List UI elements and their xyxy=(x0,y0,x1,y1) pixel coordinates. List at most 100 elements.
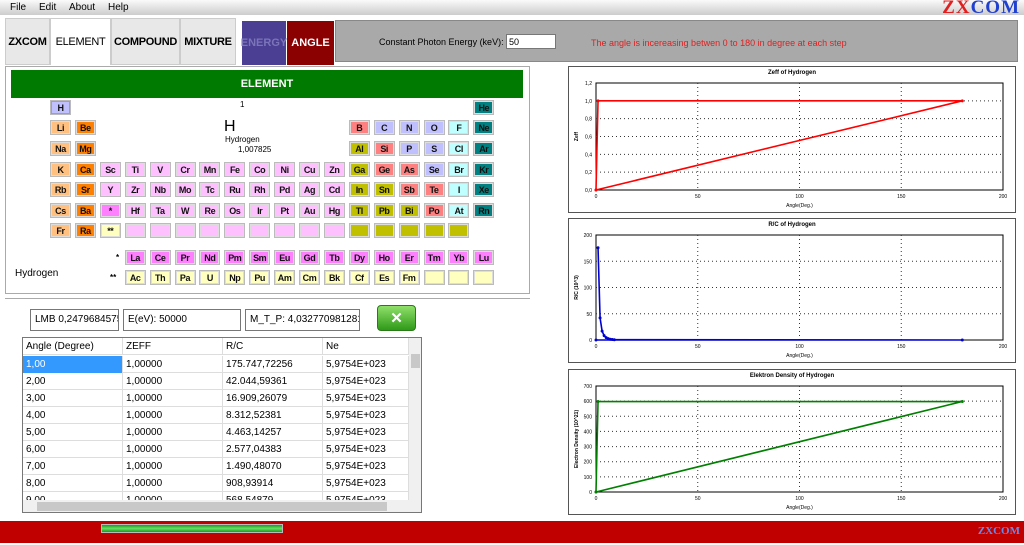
element-Am[interactable]: Am xyxy=(274,270,296,285)
table-cell[interactable]: 5,9754E+023 xyxy=(323,424,409,441)
element-Ne[interactable]: Ne xyxy=(473,120,495,135)
table-cell[interactable]: 2.577,04383 xyxy=(223,441,323,458)
table-cell[interactable]: 5,9754E+023 xyxy=(323,475,409,492)
menu-file[interactable]: File xyxy=(10,2,26,13)
element-H[interactable]: H xyxy=(50,100,71,115)
table-cell[interactable]: 1,00000 xyxy=(123,390,223,407)
element-blank[interactable] xyxy=(473,270,495,285)
table-cell[interactable]: 908,93914 xyxy=(223,475,323,492)
element-Nd[interactable]: Nd xyxy=(199,250,221,265)
menu-help[interactable]: Help xyxy=(108,2,129,13)
results-table[interactable]: Angle (Degree) ZEFF R/C Ne 1,00 1,00000 175.74… xyxy=(22,337,422,513)
element-Ra[interactable]: Ra xyxy=(74,223,96,238)
table-cell[interactable]: 1,00000 xyxy=(123,441,223,458)
table-row[interactable]: 2,00 1,00000 42.044,59361 5,9754E+023 xyxy=(23,373,409,390)
element-blank[interactable] xyxy=(199,223,221,238)
element-blank[interactable] xyxy=(124,223,146,238)
element-Ho[interactable]: Ho xyxy=(373,250,395,265)
tab-mixture[interactable]: MIXTURE xyxy=(180,18,236,65)
table-cell[interactable]: 1,00000 xyxy=(123,373,223,390)
element-Pm[interactable]: Pm xyxy=(224,250,246,265)
element-Sc[interactable]: Sc xyxy=(99,162,121,177)
element-Tb[interactable]: Tb xyxy=(323,250,345,265)
element-Re[interactable]: Re xyxy=(199,203,221,218)
element-Ta[interactable]: Ta xyxy=(149,203,171,218)
element-Bi[interactable]: Bi xyxy=(398,203,420,218)
element-Mo[interactable]: Mo xyxy=(174,182,196,197)
element-Th[interactable]: Th xyxy=(149,270,171,285)
element-Pd[interactable]: Pd xyxy=(274,182,296,197)
element-Li[interactable]: Li xyxy=(50,120,71,135)
angle-mode-button[interactable]: ANGLE xyxy=(287,21,334,65)
element-La[interactable]: La xyxy=(124,250,146,265)
table-row[interactable]: 3,00 1,00000 16.909,26079 5,9754E+023 xyxy=(23,390,409,407)
element-Mg[interactable]: Mg xyxy=(74,141,96,156)
table-cell[interactable]: 5,9754E+023 xyxy=(323,458,409,475)
element-Gd[interactable]: Gd xyxy=(299,250,320,265)
element-blank[interactable] xyxy=(149,223,171,238)
table-row[interactable]: 6,00 1,00000 2.577,04383 5,9754E+023 xyxy=(23,441,409,458)
element-Be[interactable]: Be xyxy=(74,120,96,135)
element-S[interactable]: S xyxy=(423,141,445,156)
table-row[interactable]: 5,00 1,00000 4.463,14257 5,9754E+023 xyxy=(23,424,409,441)
table-cell[interactable]: 1,00000 xyxy=(123,424,223,441)
element-Np[interactable]: Np xyxy=(224,270,246,285)
scroll-thumb[interactable] xyxy=(411,354,420,368)
table-cell[interactable]: 2,00 xyxy=(23,373,123,390)
element-In[interactable]: In xyxy=(348,182,370,197)
element-Ir[interactable]: Ir xyxy=(249,203,271,218)
element-Y[interactable]: Y xyxy=(99,182,121,197)
element-Co[interactable]: Co xyxy=(249,162,271,177)
table-cell[interactable]: 1.490,48070 xyxy=(223,458,323,475)
table-cell[interactable]: 1,00000 xyxy=(123,458,223,475)
element-Cl[interactable]: Cl xyxy=(448,141,470,156)
element-N[interactable]: N xyxy=(398,120,420,135)
vertical-scrollbar[interactable] xyxy=(409,338,421,501)
element-Na[interactable]: Na xyxy=(50,141,71,156)
element-Ag[interactable]: Ag xyxy=(299,182,320,197)
element-Rb[interactable]: Rb xyxy=(50,182,71,197)
table-cell[interactable]: 5,9754E+023 xyxy=(323,356,409,373)
element-Dy[interactable]: Dy xyxy=(348,250,370,265)
element-Tm[interactable]: Tm xyxy=(423,250,445,265)
element-Cm[interactable]: Cm xyxy=(299,270,320,285)
element-blank[interactable] xyxy=(373,223,395,238)
element-Ca[interactable]: Ca xyxy=(74,162,96,177)
element-Sn[interactable]: Sn xyxy=(373,182,395,197)
energy-mode-button[interactable]: ENERGY xyxy=(241,21,287,65)
table-header[interactable]: Angle (Degree) ZEFF R/C Ne xyxy=(23,338,409,355)
table-cell[interactable]: 6,00 xyxy=(23,441,123,458)
element-He[interactable]: He xyxy=(473,100,495,115)
element-Kr[interactable]: Kr xyxy=(473,162,495,177)
element-At[interactable]: At xyxy=(448,203,470,218)
element-Pa[interactable]: Pa xyxy=(174,270,196,285)
element-blank[interactable] xyxy=(348,223,370,238)
element-Te[interactable]: Te xyxy=(423,182,445,197)
element-Cf[interactable]: Cf xyxy=(348,270,370,285)
table-cell[interactable]: 42.044,59361 xyxy=(223,373,323,390)
element-W[interactable]: W xyxy=(174,203,196,218)
element-I[interactable]: I xyxy=(448,182,470,197)
element-Bk[interactable]: Bk xyxy=(323,270,345,285)
element-Al[interactable]: Al xyxy=(348,141,370,156)
element-blank[interactable] xyxy=(423,223,445,238)
element-C[interactable]: C xyxy=(373,120,395,135)
table-cell[interactable]: 8,00 xyxy=(23,475,123,492)
element-Rn[interactable]: Rn xyxy=(473,203,495,218)
tab-compound[interactable]: COMPOUND xyxy=(111,18,180,65)
horizontal-scrollbar[interactable] xyxy=(23,500,421,512)
table-cell[interactable]: 1,00 xyxy=(23,356,123,373)
element-Os[interactable]: Os xyxy=(224,203,246,218)
element-As[interactable]: As xyxy=(398,162,420,177)
element-blank[interactable] xyxy=(274,223,296,238)
element-Cu[interactable]: Cu xyxy=(299,162,320,177)
element-Es[interactable]: Es xyxy=(373,270,395,285)
element-K[interactable]: K xyxy=(50,162,71,177)
scroll-thumb[interactable] xyxy=(37,502,387,511)
element-B[interactable]: B xyxy=(348,120,370,135)
table-cell[interactable]: 1,00000 xyxy=(123,407,223,424)
element-F[interactable]: F xyxy=(448,120,470,135)
column-header[interactable]: Angle (Degree) xyxy=(23,338,123,355)
element-blank[interactable] xyxy=(448,270,470,285)
energy-input[interactable] xyxy=(506,34,556,49)
